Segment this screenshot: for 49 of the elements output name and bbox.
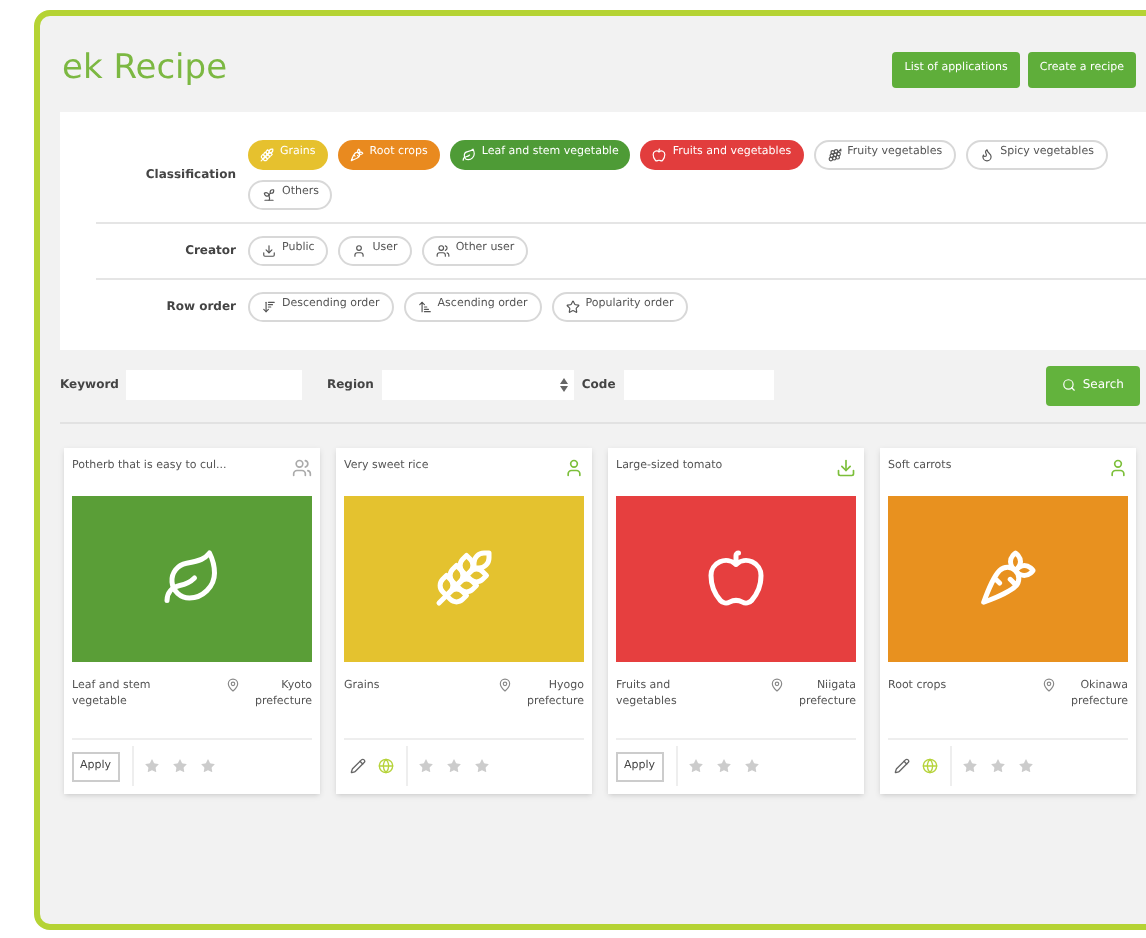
leaf-icon	[162, 548, 222, 608]
users-icon	[435, 243, 450, 257]
location-pin-icon	[226, 677, 240, 691]
search-icon	[1062, 378, 1077, 392]
sort-descending-icon	[262, 299, 276, 313]
star-icon	[199, 758, 216, 774]
wheat-icon	[434, 548, 494, 608]
star-icon	[565, 299, 580, 313]
location-pin-icon	[1042, 677, 1056, 691]
star-icon	[715, 758, 732, 774]
flame-icon	[980, 147, 995, 161]
star-icon	[143, 758, 160, 774]
grapes-icon	[827, 147, 842, 161]
location-pin-icon	[770, 677, 784, 691]
star-icon	[418, 758, 434, 774]
region-select[interactable]	[381, 370, 574, 400]
wheat-icon	[260, 147, 274, 161]
pencil-icon[interactable]	[350, 758, 366, 774]
select-arrows-icon	[559, 378, 568, 392]
users-icon	[292, 457, 312, 477]
carrot-icon	[349, 147, 364, 161]
pencil-icon[interactable]	[894, 758, 910, 774]
app-title: ek Recipe	[60, 46, 228, 92]
location-pin-icon	[498, 677, 512, 691]
star-icon	[962, 758, 978, 774]
user-icon	[352, 243, 367, 257]
download-icon	[262, 243, 276, 257]
sprout-icon	[262, 187, 276, 201]
user-icon	[1108, 457, 1128, 477]
star-icon	[1018, 758, 1034, 774]
star-icon	[446, 758, 462, 774]
star-icon	[474, 758, 490, 774]
star-icon	[687, 758, 704, 774]
star-rating[interactable]	[675, 746, 760, 786]
tomato-icon	[706, 548, 766, 608]
star-rating[interactable]	[131, 746, 216, 786]
globe-icon[interactable]	[922, 758, 938, 774]
star-rating[interactable]	[950, 746, 1034, 786]
download-icon	[836, 457, 856, 477]
sort-ascending-icon	[417, 299, 432, 313]
globe-icon[interactable]	[378, 758, 394, 774]
tomato-icon	[652, 147, 667, 161]
leaf-icon	[461, 147, 476, 161]
star-icon	[743, 758, 760, 774]
carrot-icon	[978, 548, 1038, 608]
star-icon	[171, 758, 188, 774]
user-icon	[564, 457, 584, 477]
star-icon	[990, 758, 1006, 774]
star-rating[interactable]	[406, 746, 490, 786]
